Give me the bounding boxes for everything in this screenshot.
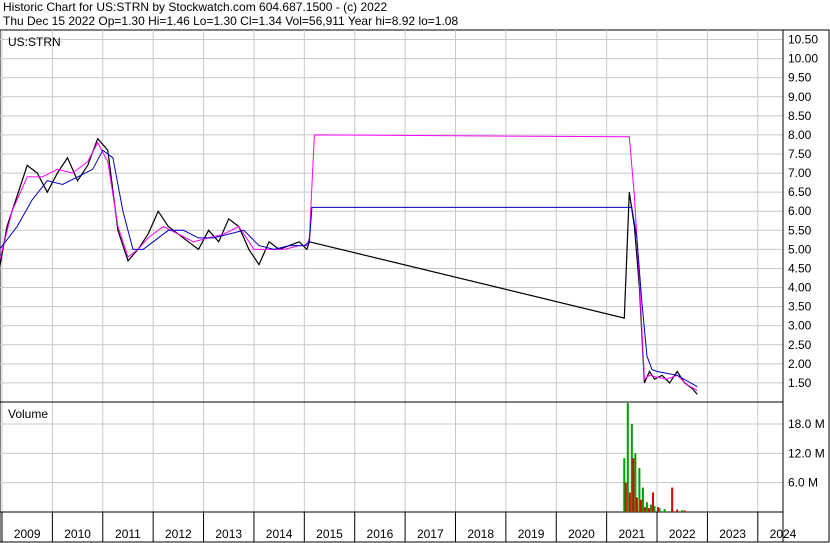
price-tick-label: 5.50 [788,223,812,237]
price-tick-label: 8.00 [788,128,812,142]
year-tick-label: 2015 [316,527,343,541]
volume-bar [652,492,655,512]
volume-tick-label: 18.0 M [788,417,825,431]
volume-bar [683,510,686,512]
year-tick-label: 2018 [467,527,494,541]
price-tick-label: 1.50 [788,376,812,390]
volume-bar [632,458,635,512]
price-tick-label: 6.00 [788,204,812,218]
volume-bar [681,510,684,512]
year-tick-label: 2022 [669,527,696,541]
volume-bar [649,504,652,512]
volume-bar [645,502,648,512]
price-tick-label: 7.00 [788,166,812,180]
year-tick-label: 2021 [618,527,645,541]
price-tick-label: 3.00 [788,319,812,333]
year-tick-label: 2012 [165,527,192,541]
price-panel-title: US:STRN [8,35,61,49]
chart-frame [0,29,830,543]
year-tick-label: 2019 [518,527,545,541]
year-tick-label: 2013 [215,527,242,541]
price-tick-label: 5.00 [788,242,812,256]
price-tick-label: 2.50 [788,338,812,352]
volume-panel-title: Volume [8,407,48,421]
price-tick-label: 8.50 [788,109,812,123]
price-tick-label: 9.00 [788,90,812,104]
volume-bar [663,509,666,512]
year-tick-label: 2011 [115,527,141,541]
volume-tick-label: 12.0 M [788,446,825,460]
volume-bar [676,509,679,512]
year-tick-label: 2009 [14,527,41,541]
year-tick-label: 2016 [367,527,394,541]
volume-bar [671,487,674,512]
volume-bar [635,497,638,512]
stock-chart: 10.50 10.00 9.50 9.00 8.50 8.00 7.50 7.00 6.50 6.… [0,29,830,543]
year-tick-label: 2023 [719,527,746,541]
price-tick-label: 3.50 [788,300,812,314]
volume-bar [626,403,629,512]
volume-bar [624,482,627,512]
price-tick-label: 10.00 [788,52,818,66]
price-tick-label: 2.00 [788,357,812,371]
price-tick-label: 10.50 [788,33,818,47]
volume-bar [628,492,631,512]
volume-bar [657,507,660,512]
volume-bar [639,499,642,512]
price-tick-label: 9.50 [788,71,812,85]
year-tick-label: 2010 [64,527,91,541]
volume-tick-label: 6.0 M [788,476,818,490]
price-tick-label: 6.50 [788,185,812,199]
volume-bar [647,508,650,512]
price-tick-label: 4.00 [788,281,812,295]
year-tick-label: 2017 [417,527,444,541]
year-tick-label: 2024 [770,527,797,541]
price-tick-label: 4.50 [788,261,812,275]
volume-bar [641,487,644,512]
year-tick-label: 2020 [568,527,595,541]
volume-bar [643,507,646,512]
price-tick-label: 7.50 [788,147,812,161]
year-tick-label: 2014 [266,527,293,541]
